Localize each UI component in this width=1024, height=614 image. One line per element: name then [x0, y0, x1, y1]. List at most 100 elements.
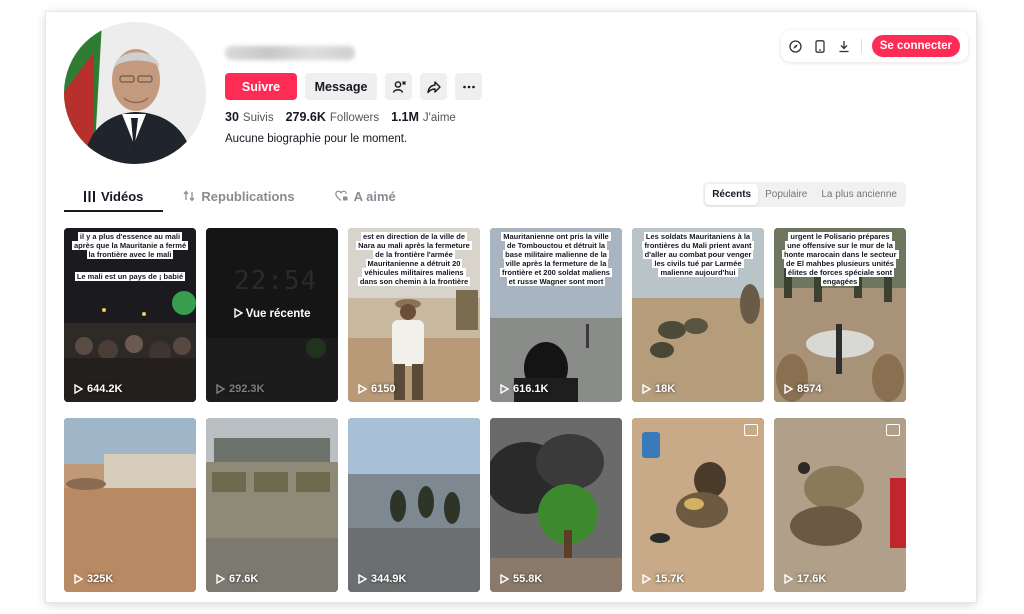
video-caption: Les soldats Mauritaniens à la frontières…	[642, 232, 754, 277]
profile-tabs: Vidéos Republications A aimé	[64, 182, 416, 212]
play-icon	[784, 384, 793, 394]
video-card[interactable]: Les soldats Mauritaniens à la frontières…	[632, 228, 764, 402]
video-card[interactable]: 67.6K	[206, 418, 338, 592]
video-card[interactable]: est en direction de la ville de Nara au …	[348, 228, 480, 402]
video-thumbnail	[490, 418, 622, 592]
video-card[interactable]: 325K	[64, 418, 196, 592]
share-button[interactable]	[420, 73, 447, 100]
view-count: 6150	[358, 383, 395, 395]
download-icon[interactable]	[837, 39, 851, 53]
play-icon	[500, 384, 509, 394]
more-icon	[462, 85, 475, 88]
play-icon	[358, 574, 367, 584]
heart-lock-icon	[334, 190, 348, 201]
profile-stats: 30 Suivis 279.6K Followers 1.1M J'aime	[225, 110, 456, 124]
suggested-accounts-button[interactable]	[385, 73, 412, 100]
tab-liked[interactable]: A aimé	[315, 182, 416, 210]
likes-count: 1.1M	[391, 110, 419, 124]
view-count: 344.9K	[358, 573, 406, 585]
followers-count: 279.6K	[285, 110, 326, 124]
video-card[interactable]: urgent le Polisario prépares une offensi…	[774, 228, 906, 402]
tab-liked-label: A aimé	[353, 188, 396, 204]
login-button[interactable]: Se connecter	[871, 35, 960, 57]
tab-videos[interactable]: Vidéos	[64, 182, 164, 212]
likes-stat: 1.1M J'aime	[391, 110, 456, 124]
video-caption: il y a plus d'essence au mali après que …	[72, 232, 189, 259]
play-icon	[216, 574, 225, 584]
video-thumbnail	[774, 418, 906, 592]
view-count: 67.6K	[216, 573, 258, 585]
view-count: 616.1K	[500, 383, 548, 395]
play-icon	[784, 574, 793, 584]
tab-republications[interactable]: Republications	[163, 182, 314, 210]
video-grid: il y a plus d'essence au mali après que …	[64, 228, 906, 592]
video-thumbnail	[206, 418, 338, 592]
person-add-icon	[392, 80, 406, 93]
sort-popular[interactable]: Populaire	[758, 184, 814, 205]
sort-selector: Récents Populaire La plus ancienne	[703, 182, 906, 207]
followers-label: Followers	[329, 112, 380, 124]
photo-icon	[744, 424, 758, 436]
view-count: 8574	[784, 383, 821, 395]
play-icon	[358, 384, 367, 394]
view-count-value: 292.3K	[229, 383, 265, 395]
view-count-value: 644.2K	[87, 383, 123, 395]
message-button[interactable]: Message	[305, 73, 377, 100]
recently-viewed-overlay: Vue récente	[206, 307, 338, 320]
play-icon	[74, 574, 83, 584]
mobile-icon[interactable]	[813, 39, 827, 53]
view-count-value: 15.7K	[655, 573, 685, 585]
recently-viewed-label: Vue récente	[245, 308, 311, 320]
play-icon	[216, 384, 225, 394]
following-stat[interactable]: 30 Suivis	[225, 110, 274, 124]
play-icon	[500, 574, 509, 584]
following-count: 30	[225, 110, 239, 124]
view-count-value: 17.6K	[797, 573, 827, 585]
follow-button[interactable]: Suivre	[225, 73, 297, 100]
page-frame: Se connecter Suivre Message 30 Suivis 27…	[46, 12, 976, 602]
view-count-value: 616.1K	[513, 383, 549, 395]
view-count-value: 67.6K	[229, 573, 259, 585]
followers-stat[interactable]: 279.6K Followers	[286, 110, 380, 124]
likes-label: J'aime	[422, 112, 456, 124]
video-card[interactable]: 55.8K	[490, 418, 622, 592]
sort-oldest[interactable]: La plus ancienne	[814, 184, 904, 205]
video-caption: est en direction de la ville de Nara au …	[356, 232, 472, 286]
play-icon	[233, 307, 243, 319]
video-thumbnail	[348, 418, 480, 592]
view-count: 325K	[74, 573, 113, 585]
profile-name-blurred	[225, 46, 355, 60]
clock-display: 22:54	[234, 266, 318, 296]
view-count-value: 325K	[87, 573, 114, 585]
avatar[interactable]	[64, 22, 206, 164]
video-card[interactable]: il y a plus d'essence au mali après que …	[64, 228, 196, 402]
tab-republications-label: Republications	[201, 188, 295, 204]
video-caption: Mauritanienne ont pris la ville de Tombo…	[500, 232, 612, 286]
compass-icon[interactable]	[789, 39, 803, 53]
grid-icon	[84, 190, 95, 202]
photo-icon	[886, 424, 900, 436]
video-card[interactable]: 344.9K	[348, 418, 480, 592]
video-card[interactable]: Mauritanienne ont pris la ville de Tombo…	[490, 228, 622, 402]
following-label: Suivis	[242, 112, 274, 124]
video-card[interactable]: 22:54 Vue récente 292.3K	[206, 228, 338, 402]
view-count-value: 8574	[797, 383, 822, 395]
sort-recent[interactable]: Récents	[705, 184, 759, 205]
view-count-value: 344.9K	[371, 573, 407, 585]
view-count-value: 18K	[655, 383, 676, 395]
view-count: 18K	[642, 383, 675, 395]
view-count: 644.2K	[74, 383, 122, 395]
view-count-value: 55.8K	[513, 573, 543, 585]
toolbar-divider	[860, 39, 862, 53]
video-card[interactable]: 15.7K	[632, 418, 764, 592]
view-count-value: 6150	[371, 383, 396, 395]
video-card[interactable]: 17.6K	[774, 418, 906, 592]
more-options-button[interactable]	[455, 73, 482, 100]
profile-actions: Suivre Message	[225, 73, 482, 100]
video-caption-secondary: Le mali est un pays de ¡ babié	[74, 272, 186, 281]
share-icon	[426, 80, 441, 93]
video-thumbnail	[632, 418, 764, 592]
view-count: 55.8K	[500, 573, 542, 585]
play-icon	[642, 384, 651, 394]
profile-bio: Aucune biographie pour le moment.	[225, 133, 408, 145]
